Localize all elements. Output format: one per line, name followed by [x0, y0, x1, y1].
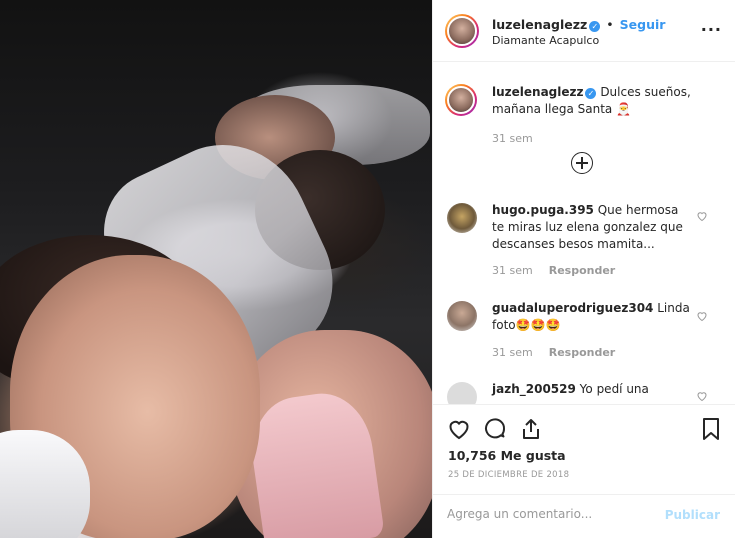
comment-input[interactable] — [447, 507, 647, 521]
reply-button[interactable]: Responder — [549, 264, 616, 277]
comment-meta: 31 sem Responder — [492, 264, 615, 277]
author-avatar[interactable] — [445, 14, 479, 48]
post-actions: 10,756 Me gusta 25 DE DICIEMBRE DE 2018 — [433, 404, 735, 504]
bookmark-icon[interactable] — [699, 417, 723, 441]
comment-heart-icon[interactable] — [696, 310, 708, 322]
comment-time[interactable]: 31 sem — [492, 346, 533, 359]
comment-meta: 31 sem Responder — [492, 346, 615, 359]
author-username[interactable]: luzelenaglezz — [492, 17, 587, 32]
more-icon[interactable]: ··· — [701, 20, 722, 39]
follow-button[interactable]: Seguir — [620, 17, 666, 32]
likes-count[interactable]: 10,756 Me gusta — [448, 448, 566, 463]
comment-heart-icon[interactable] — [696, 210, 708, 222]
comment-avatar[interactable] — [447, 382, 477, 404]
comment-text: hugo.puga.395 Que hermosa te miras luz e… — [492, 202, 692, 253]
post-sidebar: luzelenaglezz ✓ • Seguir Diamante Acapulc… — [432, 0, 735, 538]
comment-username[interactable]: guadaluperodriguez304 — [492, 301, 653, 315]
reply-button[interactable]: Responder — [549, 346, 616, 359]
comment-icon[interactable] — [483, 417, 507, 441]
comment-heart-icon[interactable] — [696, 390, 708, 402]
likes-label: Me gusta — [500, 448, 566, 463]
header-line: luzelenaglezz ✓ • Seguir — [492, 17, 665, 32]
caption-username[interactable]: luzelenaglezz — [492, 85, 583, 99]
comment-avatar[interactable] — [447, 203, 477, 233]
verified-icon: ✓ — [585, 88, 597, 99]
comment-body: Yo pedí una — [579, 382, 649, 396]
comment-username[interactable]: hugo.puga.395 — [492, 203, 594, 217]
add-comment-bar: Publicar — [433, 494, 735, 538]
comment-avatar[interactable] — [447, 301, 477, 331]
caption-time[interactable]: 31 sem — [492, 132, 533, 145]
comments-list[interactable]: luzelenaglezz ✓ Dulces sueños, mañana lle… — [433, 62, 735, 404]
load-more-comments-button[interactable] — [571, 152, 593, 174]
post-photo[interactable] — [0, 0, 432, 538]
post-date[interactable]: 25 DE DICIEMBRE DE 2018 — [448, 470, 569, 480]
likes-number: 10,756 — [448, 448, 497, 463]
caption-text: luzelenaglezz ✓ Dulces sueños, mañana lle… — [492, 84, 692, 118]
verified-icon: ✓ — [589, 21, 601, 32]
comment-text: jazh_200529 Yo pedí una — [492, 381, 692, 398]
publish-button[interactable]: Publicar — [665, 508, 720, 522]
comment-username[interactable]: jazh_200529 — [492, 382, 576, 396]
post-header: luzelenaglezz ✓ • Seguir Diamante Acapulc… — [433, 0, 735, 62]
separator-dot: • — [606, 17, 614, 32]
share-icon[interactable] — [519, 417, 543, 441]
caption-avatar[interactable] — [445, 84, 477, 116]
comment-time[interactable]: 31 sem — [492, 264, 533, 277]
heart-icon[interactable] — [447, 417, 471, 441]
comment-text: guadaluperodriguez304 Linda foto🤩🤩🤩 — [492, 300, 692, 334]
location-link[interactable]: Diamante Acapulco — [492, 34, 599, 47]
